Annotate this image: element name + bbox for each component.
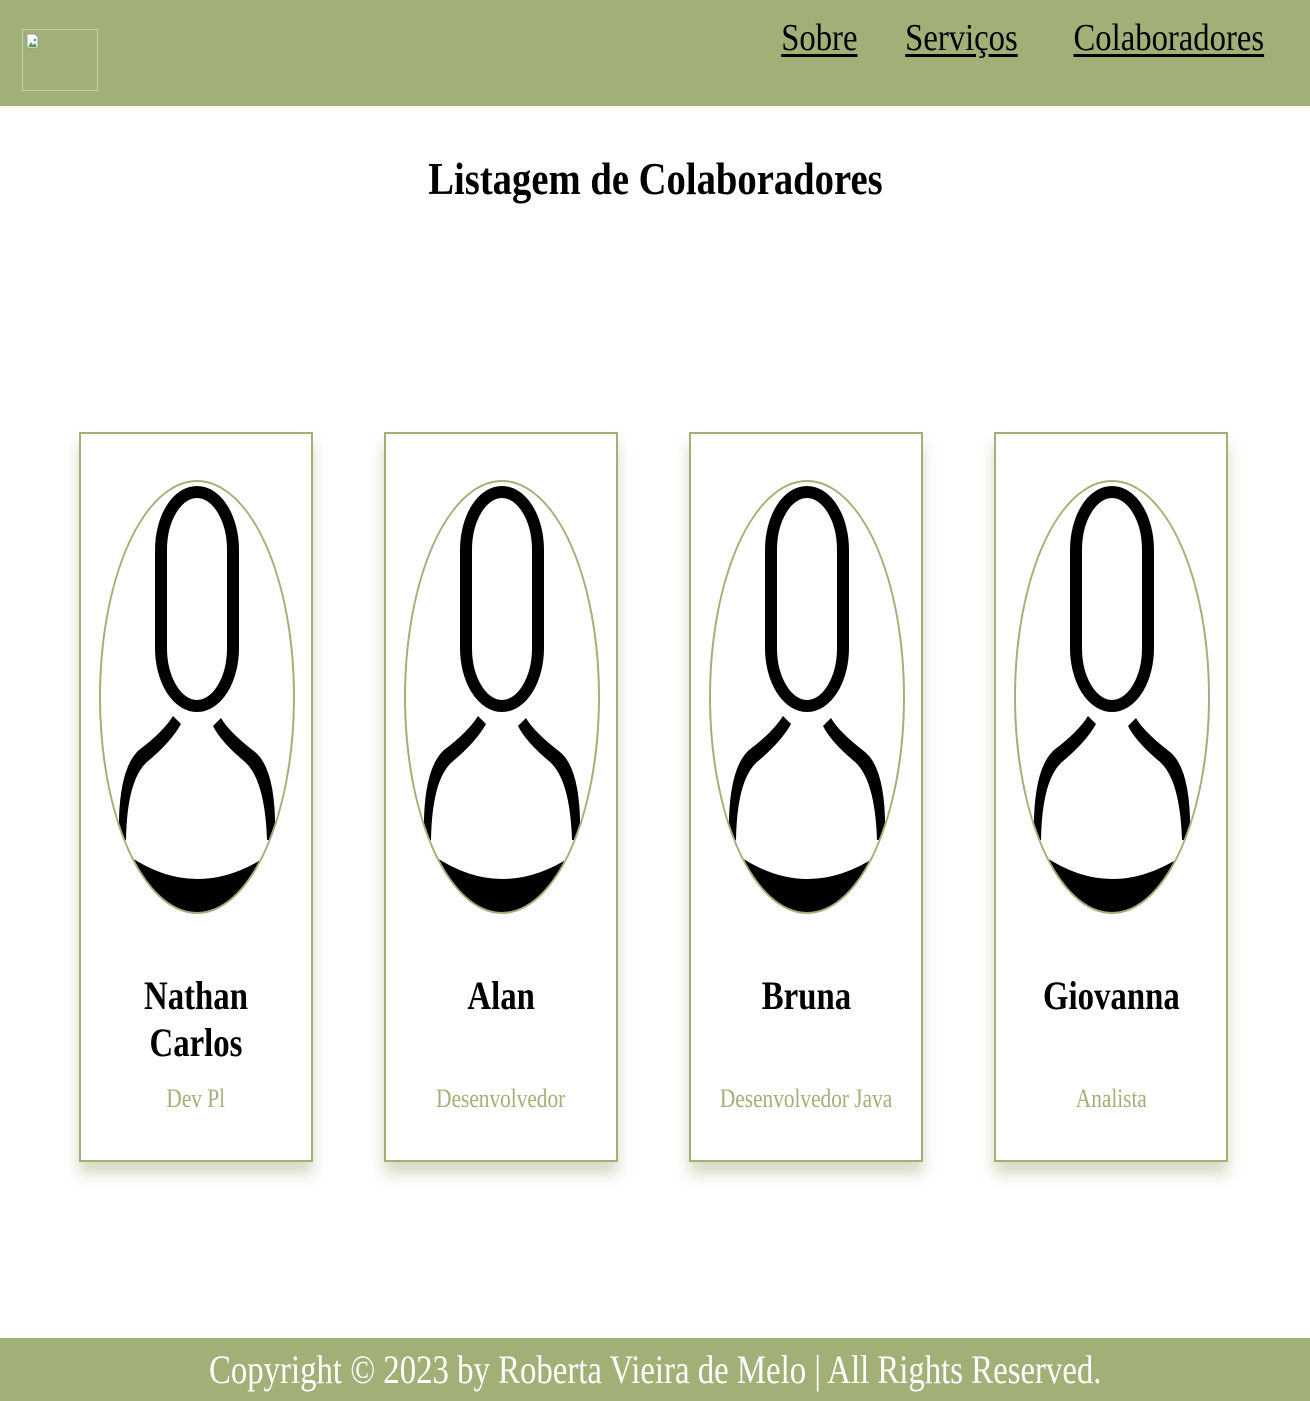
user-silhouette-icon <box>1033 486 1191 912</box>
main-nav: Sobre Serviços Colaboradores <box>775 16 1280 60</box>
collaborator-role: Desenvolvedor <box>436 1084 566 1113</box>
site-header: Sobre Serviços Colaboradores <box>0 0 1310 106</box>
collaborator-role: Desenvolvedor Java <box>719 1084 893 1113</box>
collaborator-card: Nathan Carlos Dev Pl <box>79 432 313 1162</box>
nav-link-colaboradores[interactable]: Colaboradores <box>1074 16 1265 60</box>
user-silhouette-icon <box>118 486 276 912</box>
nav-link-sobre[interactable]: Sobre <box>781 16 857 60</box>
avatar <box>1014 480 1210 914</box>
collaborator-name: Bruna <box>761 973 851 1018</box>
nav-link-servicos[interactable]: Serviços <box>905 16 1018 60</box>
collaborator-card: Alan Desenvolvedor <box>384 432 618 1162</box>
site-footer: Copyright © 2023 by Roberta Vieira de Me… <box>0 1338 1310 1401</box>
collaborator-name: Giovanna <box>1042 973 1180 1018</box>
avatar <box>99 480 295 914</box>
collaborator-card: Bruna Desenvolvedor Java <box>689 432 923 1162</box>
page-title: Listagem de Colaboradores <box>427 153 883 204</box>
avatar <box>404 480 600 914</box>
avatar <box>709 480 905 914</box>
collaborator-card: Giovanna Analista <box>994 432 1228 1162</box>
collaborator-name: Nathan Carlos <box>144 973 248 1065</box>
collaborator-name: Alan <box>467 973 535 1018</box>
copyright-text: Copyright © 2023 by Roberta Vieira de Me… <box>208 1347 1102 1392</box>
user-silhouette-icon <box>728 486 886 912</box>
broken-image-icon <box>26 33 39 49</box>
user-silhouette-icon <box>423 486 581 912</box>
collaborator-role: Dev Pl <box>166 1084 226 1113</box>
logo-image[interactable] <box>22 29 98 91</box>
collaborator-role: Analista <box>1075 1084 1147 1113</box>
